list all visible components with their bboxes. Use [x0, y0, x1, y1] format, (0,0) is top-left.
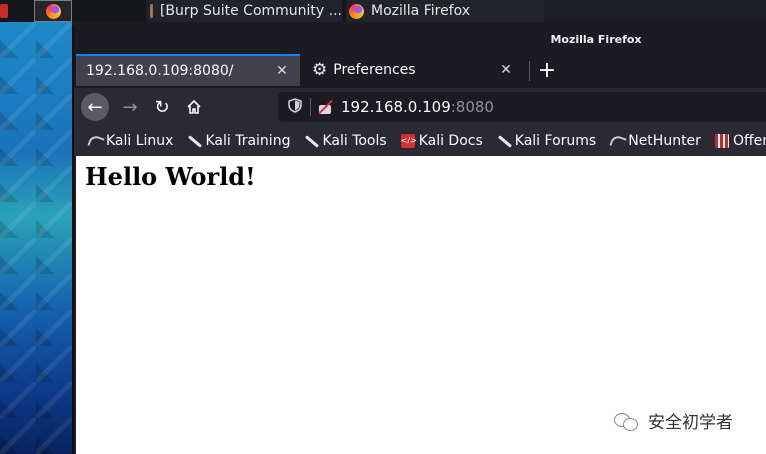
bookmark-label: NetHunter — [628, 133, 701, 149]
wechat-icon — [614, 411, 640, 431]
blade-icon — [304, 134, 318, 148]
bookmark-kali-linux[interactable]: Kali Linux — [88, 133, 173, 149]
insecure-lock-icon[interactable] — [317, 99, 333, 115]
home-button[interactable] — [180, 93, 208, 121]
tab-strip: 192.168.0.109:8080/ ✕ ⚙ Preferences ✕ + — [74, 53, 766, 88]
url-port: :8080 — [450, 98, 494, 116]
tab-preferences[interactable]: ⚙ Preferences ✕ — [302, 54, 524, 86]
watermark-text: 安全初学者 — [648, 413, 733, 433]
close-icon[interactable]: ✕ — [274, 63, 290, 79]
tab-title: Preferences — [333, 62, 416, 78]
taskbar-mozilla-firefox[interactable]: Mozilla Firefox — [346, 0, 545, 22]
kali-docs-icon: </> — [400, 134, 417, 148]
arrow-left-icon: ← — [87, 96, 103, 118]
bookmark-label: Offensiv — [732, 133, 766, 149]
bookmark-kali-training[interactable]: Kali Training — [187, 133, 290, 149]
arrow-right-icon: → — [122, 96, 138, 118]
burp-icon — [150, 4, 153, 18]
kali-icon — [88, 134, 102, 148]
forward-button[interactable]: → — [116, 93, 144, 121]
firefox-icon — [45, 3, 61, 19]
page-heading: Hello World! — [85, 162, 256, 191]
taskbar-burp-suite[interactable]: [Burp Suite Community ... — [146, 0, 342, 22]
url-bar[interactable]: 192.168.0.109:8080 — [278, 92, 766, 122]
url-bar-divider — [310, 98, 311, 116]
bookmark-kali-forums[interactable]: Kali Forums — [497, 133, 596, 149]
taskbar: [Burp Suite Community ... Mozilla Firefo… — [0, 0, 766, 22]
offensive-security-icon — [714, 134, 729, 148]
taskbar-app-icon[interactable] — [0, 4, 8, 18]
bookmark-kali-docs[interactable]: </> Kali Docs — [400, 133, 483, 149]
watermark: 安全初学者 — [614, 408, 733, 433]
taskbar-firefox-launcher[interactable] — [34, 0, 72, 22]
tracking-protection-shield-icon[interactable] — [286, 97, 304, 117]
tab-title: 192.168.0.109:8080/ — [86, 63, 234, 79]
tab-separator — [529, 61, 530, 81]
blade-icon — [497, 134, 511, 148]
kali-icon — [610, 134, 624, 148]
bookmark-label: Kali Forums — [514, 133, 597, 149]
bookmark-offensive-security[interactable]: Offensiv — [714, 133, 766, 149]
reload-icon: ↻ — [154, 96, 170, 118]
tab-localhost[interactable]: 192.168.0.109:8080/ ✕ — [76, 54, 300, 86]
firefox-icon — [349, 3, 364, 19]
taskbar-app-label: Mozilla Firefox — [371, 3, 471, 19]
url-host: 192.168.0.109 — [341, 98, 451, 116]
plus-icon: + — [537, 57, 557, 83]
new-tab-button[interactable]: + — [532, 55, 562, 85]
desktop-wallpaper — [0, 22, 72, 454]
taskbar-empty-area — [544, 0, 766, 22]
close-icon[interactable]: ✕ — [498, 62, 514, 78]
window-title: Mozilla Firefox — [550, 32, 642, 46]
back-button[interactable]: ← — [81, 93, 109, 121]
gear-icon: ⚙ — [312, 60, 328, 80]
bookmark-kali-tools[interactable]: Kali Tools — [304, 133, 386, 149]
bookmark-nethunter[interactable]: NetHunter — [610, 133, 701, 149]
taskbar-app-label: [Burp Suite Community ... — [159, 3, 342, 19]
blade-icon — [187, 134, 201, 148]
reload-button[interactable]: ↻ — [148, 93, 176, 121]
bookmark-label: Kali Docs — [418, 133, 483, 149]
bookmark-label: Kali Training — [205, 133, 291, 149]
home-icon — [187, 100, 201, 114]
navigation-toolbar: ← → ↻ 192.168.0.109:8080 — [74, 88, 766, 126]
browser-window: Mozilla Firefox 192.168.0.109:8080/ ✕ ⚙ … — [72, 25, 766, 454]
bookmarks-toolbar: Kali Linux Kali Training Kali Tools </> … — [74, 126, 766, 156]
bookmark-label: Kali Tools — [322, 133, 387, 149]
bookmark-label: Kali Linux — [106, 133, 174, 149]
